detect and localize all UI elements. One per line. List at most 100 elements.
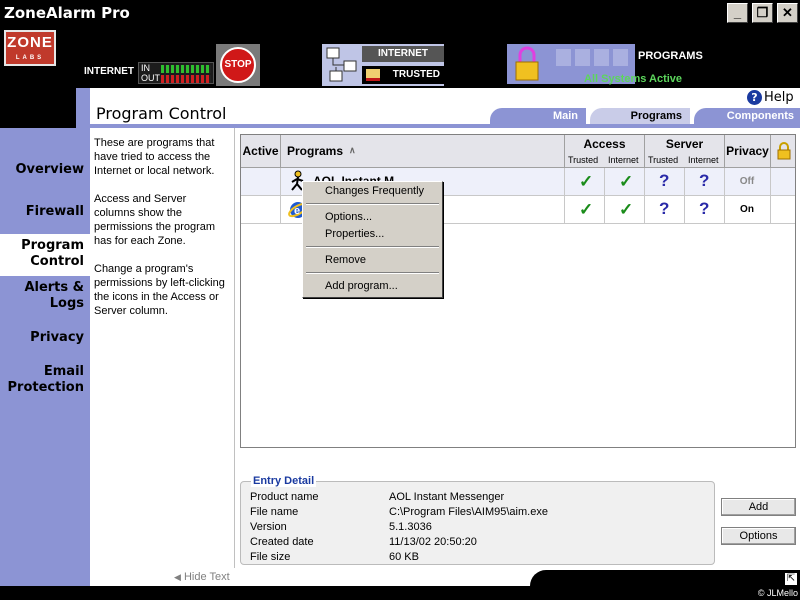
tab-components[interactable]: Components: [694, 108, 800, 124]
menu-item-options[interactable]: Options...: [325, 211, 372, 223]
help-button[interactable]: ? Help: [747, 90, 794, 105]
help-label: Help: [764, 90, 794, 105]
column-programs[interactable]: Programs ∧: [281, 135, 565, 168]
sidebar-item-label: Program: [21, 238, 84, 253]
sidebar-cap: [0, 88, 76, 128]
menu-item-add-program[interactable]: Add program...: [325, 280, 398, 292]
detail-label: File size: [250, 551, 291, 563]
sidebar-item-label: Alerts &: [24, 280, 84, 295]
access-internet-cell[interactable]: ✓: [605, 168, 645, 195]
zone-indicator: INTERNET TRUSTED: [322, 44, 444, 86]
allow-check-icon: ✓: [619, 200, 634, 219]
sidebar-item-overview[interactable]: Overview: [15, 162, 84, 178]
column-active[interactable]: Active: [241, 135, 281, 168]
server-internet-cell[interactable]: ?: [685, 196, 725, 223]
menu-item-properties[interactable]: Properties...: [325, 228, 384, 240]
sort-asc-icon: ∧: [349, 145, 356, 155]
lock-column-icon: [777, 142, 791, 160]
detail-row: File name C:\Program Files\AIM95\aim.exe: [250, 506, 548, 518]
ask-question-icon: ?: [659, 171, 670, 190]
server-internet-cell[interactable]: ?: [685, 168, 725, 195]
menu-separator: [306, 272, 439, 274]
description-text: Access and Server columns show the permi…: [94, 193, 216, 247]
ask-question-icon: ?: [699, 199, 710, 218]
description-text: Change a program's permissions by left-c…: [94, 263, 225, 317]
sidebar-item-program-control[interactable]: Program Control: [21, 238, 84, 270]
svg-text:e: e: [294, 205, 300, 217]
detail-value: 11/13/02 20:50:20: [389, 536, 477, 548]
detail-value: 60 KB: [389, 551, 419, 563]
stop-panel: STOP: [216, 44, 260, 86]
program-slot: [556, 49, 571, 66]
privacy-cell[interactable]: Off: [725, 168, 771, 195]
divider: [234, 128, 235, 568]
column-server-label: Server: [665, 137, 704, 151]
hide-text-label: Hide Text: [183, 571, 230, 583]
sidebar-item-privacy[interactable]: Privacy: [30, 330, 84, 346]
sidebar-item-email-protection[interactable]: Email Protection: [8, 364, 84, 396]
description-text: These are programs that have tried to ac…: [94, 137, 215, 177]
copyright-text: © JLMello: [757, 588, 798, 598]
bottom-curve: [530, 570, 800, 586]
traffic-zone-label: INTERNET: [84, 66, 134, 77]
menu-separator: [306, 246, 439, 248]
sidebar-item-alerts-logs[interactable]: Alerts & Logs: [24, 280, 84, 312]
menu-item-changes-frequently[interactable]: Changes Frequently: [325, 185, 424, 197]
detail-label: Version: [250, 521, 287, 533]
logo-subtext: LABS: [15, 55, 45, 61]
server-internet-label: Internet: [688, 155, 719, 165]
entry-detail-panel: Entry Detail Product name AOL Instant Mes…: [240, 475, 715, 565]
network-icon: [326, 47, 357, 82]
access-trusted-label: Trusted: [568, 155, 599, 165]
options-button[interactable]: Options: [721, 527, 796, 545]
menu-item-remove[interactable]: Remove: [325, 254, 366, 266]
stop-button[interactable]: STOP: [220, 47, 256, 83]
trusted-zone-icon: [366, 69, 380, 81]
column-server: Server Trusted Internet: [645, 135, 725, 168]
help-icon: ?: [747, 90, 762, 105]
privacy-value: On: [740, 204, 754, 215]
system-status: All Systems Active: [584, 73, 683, 85]
table-header: Active Programs ∧ Access Trusted Interne…: [241, 135, 795, 168]
allow-check-icon: ✓: [579, 200, 594, 219]
access-internet-cell[interactable]: ✓: [605, 196, 645, 223]
server-trusted-cell[interactable]: ?: [645, 168, 685, 195]
entry-detail-title: Entry Detail: [251, 475, 317, 487]
title-bar: ZoneAlarm Pro _ ❐ ✕: [0, 0, 800, 26]
access-trusted-cell[interactable]: ✓: [565, 168, 605, 195]
sidebar-item-label: Control: [30, 254, 84, 269]
resize-grip-icon[interactable]: ⇱: [784, 572, 798, 586]
sidebar: Overview Firewall Program Control Alerts…: [0, 88, 90, 586]
server-trusted-cell[interactable]: ?: [645, 196, 685, 223]
sidebar-item-firewall[interactable]: Firewall: [26, 204, 84, 220]
maximize-button[interactable]: ❐: [752, 3, 773, 23]
out-meter: [161, 75, 211, 83]
detail-row: Created date 11/13/02 20:50:20: [250, 536, 477, 548]
add-button[interactable]: Add: [721, 498, 796, 516]
privacy-cell[interactable]: On: [725, 196, 771, 223]
tab-programs[interactable]: Programs: [590, 108, 690, 124]
sidebar-item-label: Privacy: [30, 330, 84, 345]
description-panel: These are programs that have tried to ac…: [94, 136, 230, 332]
page-title: Program Control: [96, 104, 227, 123]
tab-main[interactable]: Main: [490, 108, 586, 124]
active-cell: [241, 168, 281, 195]
detail-label: Product name: [250, 491, 319, 503]
detail-value: C:\Program Files\AIM95\aim.exe: [389, 506, 548, 518]
programs-label: PROGRAMS: [638, 50, 703, 62]
context-menu: Changes Frequently Options... Properties…: [302, 181, 443, 298]
minimize-button[interactable]: _: [727, 3, 748, 23]
hide-text-link[interactable]: ◀ Hide Text: [174, 571, 230, 583]
window-title: ZoneAlarm Pro: [4, 4, 130, 22]
in-meter: [161, 65, 211, 73]
column-privacy[interactable]: Privacy: [725, 135, 771, 168]
allow-check-icon: ✓: [619, 172, 634, 191]
access-trusted-cell[interactable]: ✓: [565, 196, 605, 223]
program-slot: [613, 49, 628, 66]
close-button[interactable]: ✕: [777, 3, 798, 23]
sidebar-item-label: Overview: [15, 162, 84, 177]
detail-label: File name: [250, 506, 299, 518]
column-access-label: Access: [583, 137, 626, 151]
detail-row: Version 5.1.3036: [250, 521, 432, 533]
logo-text: ZONE: [7, 34, 53, 51]
